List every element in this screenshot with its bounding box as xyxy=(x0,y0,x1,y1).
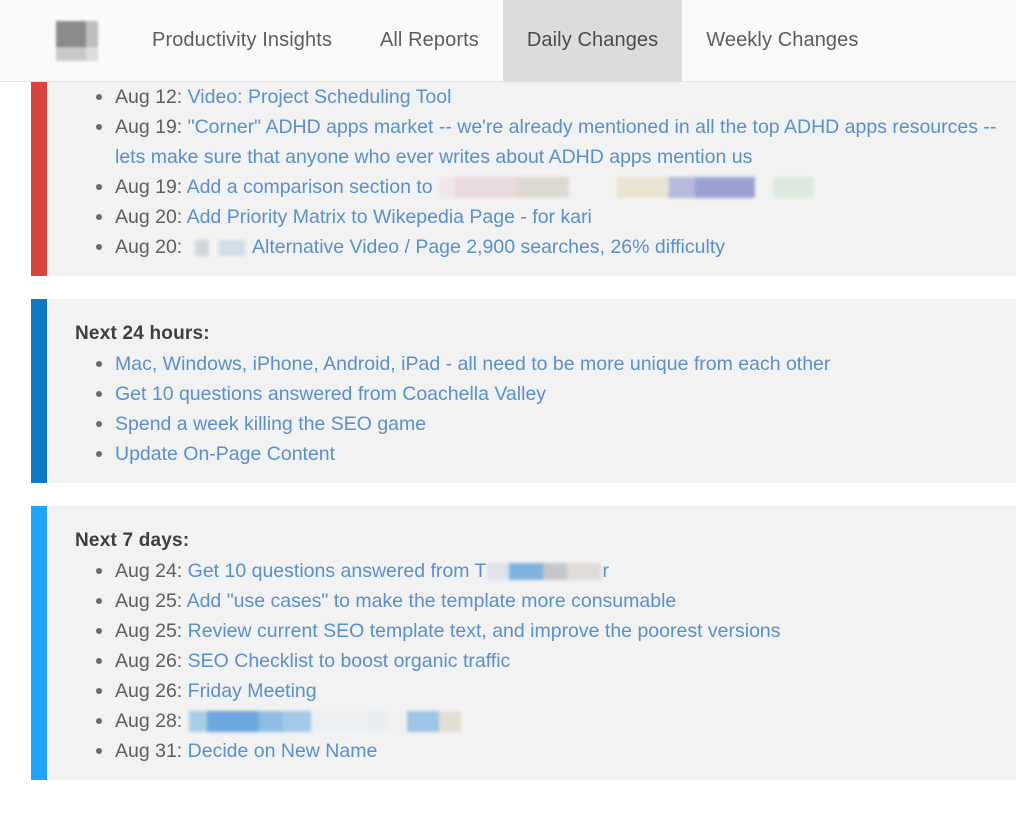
list-item[interactable]: Aug 31: Decide on New Name xyxy=(115,736,1002,766)
item-date: Aug 26: xyxy=(115,650,182,672)
task-list-overdue: Aug 12: Video: Project Scheduling Tool A… xyxy=(61,82,1002,262)
item-link[interactable]: Add "use cases" to make the template mor… xyxy=(187,590,677,612)
app-header: Productivity Insights All Reports Daily … xyxy=(0,0,1016,82)
item-link[interactable]: Video: Project Scheduling Tool xyxy=(188,86,452,108)
item-date: Aug 26: xyxy=(115,680,182,702)
list-item[interactable]: Aug 24: Get 10 questions answered from T… xyxy=(115,556,1002,586)
list-item[interactable]: Aug 19: "Corner" ADHD apps market -- we'… xyxy=(115,112,1002,172)
item-link[interactable]: "Corner" ADHD apps market -- we're alrea… xyxy=(115,116,996,168)
content-area: Aug 12: Video: Project Scheduling Tool A… xyxy=(0,82,1016,780)
task-list-next-7-days: Aug 24: Get 10 questions answered from T… xyxy=(61,556,1002,766)
list-item[interactable]: Aug 25: Add "use cases" to make the temp… xyxy=(115,586,1002,616)
item-date: Aug 19: xyxy=(115,176,182,198)
section-accent-bar-next-24-hours xyxy=(31,299,47,483)
section-next-24-hours: Next 24 hours: Mac, Windows, iPhone, And… xyxy=(0,299,1016,483)
item-date: Aug 31: xyxy=(115,740,182,762)
item-date: Aug 25: xyxy=(115,620,182,642)
redacted-text xyxy=(439,177,857,198)
redacted-text xyxy=(189,240,247,256)
tab-productivity-insights[interactable]: Productivity Insights xyxy=(128,0,356,81)
list-item[interactable]: Spend a week killing the SEO game xyxy=(115,409,1002,439)
item-link[interactable]: Mac, Windows, iPhone, Android, iPad - al… xyxy=(115,353,830,375)
item-link[interactable]: Get 10 questions answered from Coachella… xyxy=(115,383,546,405)
item-date: Aug 20: xyxy=(115,206,182,228)
item-link[interactable]: Review current SEO template text, and im… xyxy=(188,620,781,642)
item-link[interactable]: Add a comparison section to xyxy=(187,176,433,198)
list-item[interactable]: Aug 28: xyxy=(115,706,1002,736)
section-body-next-24-hours: Next 24 hours: Mac, Windows, iPhone, And… xyxy=(47,299,1016,483)
item-link[interactable]: Get 10 questions answered from T xyxy=(188,560,487,582)
redacted-text xyxy=(189,711,477,732)
list-item[interactable]: Aug 26: Friday Meeting xyxy=(115,676,1002,706)
tab-daily-changes[interactable]: Daily Changes xyxy=(503,0,682,81)
item-link[interactable]: Decide on New Name xyxy=(188,740,378,762)
blurred-square-logo-icon xyxy=(56,21,98,61)
section-title: Next 24 hours: xyxy=(75,323,1002,345)
list-item[interactable]: Aug 25: Review current SEO template text… xyxy=(115,616,1002,646)
item-link[interactable]: Friday Meeting xyxy=(188,680,317,702)
section-body-overdue: Aug 12: Video: Project Scheduling Tool A… xyxy=(47,82,1016,276)
list-item[interactable]: Update On-Page Content xyxy=(115,439,1002,469)
section-accent-bar-next-7-days xyxy=(31,506,47,780)
item-link-tail[interactable]: r xyxy=(602,560,609,582)
main-nav: Productivity Insights All Reports Daily … xyxy=(128,0,882,81)
item-date: Aug 20: xyxy=(115,236,182,258)
item-date: Aug 28: xyxy=(115,710,182,732)
section-overdue: Aug 12: Video: Project Scheduling Tool A… xyxy=(0,82,1016,276)
item-link[interactable]: Add Priority Matrix to Wikepedia Page - … xyxy=(187,206,592,228)
list-item[interactable]: Aug 12: Video: Project Scheduling Tool xyxy=(115,82,1002,112)
list-item[interactable]: Aug 26: SEO Checklist to boost organic t… xyxy=(115,646,1002,676)
logo-container xyxy=(0,0,128,81)
list-item[interactable]: Get 10 questions answered from Coachella… xyxy=(115,379,1002,409)
section-next-7-days: Next 7 days: Aug 24: Get 10 questions an… xyxy=(0,506,1016,780)
section-accent-bar-overdue xyxy=(31,82,47,276)
tab-all-reports[interactable]: All Reports xyxy=(356,0,503,81)
item-date: Aug 12: xyxy=(115,86,182,108)
list-item[interactable]: Aug 20: Alternative Video / Page 2,900 s… xyxy=(115,232,1002,262)
item-date: Aug 25: xyxy=(115,590,182,612)
tab-weekly-changes[interactable]: Weekly Changes xyxy=(682,0,882,81)
item-link[interactable]: Spend a week killing the SEO game xyxy=(115,413,426,435)
list-item[interactable]: Mac, Windows, iPhone, Android, iPad - al… xyxy=(115,349,1002,379)
list-item[interactable]: Aug 20: Add Priority Matrix to Wikepedia… xyxy=(115,202,1002,232)
list-item[interactable]: Aug 19: Add a comparison section to xyxy=(115,172,1002,202)
item-date: Aug 19: xyxy=(115,116,182,138)
item-link[interactable]: SEO Checklist to boost organic traffic xyxy=(188,650,511,672)
redacted-text xyxy=(487,563,601,580)
item-date: Aug 24: xyxy=(115,560,182,582)
section-title: Next 7 days: xyxy=(75,530,1002,552)
section-body-next-7-days: Next 7 days: Aug 24: Get 10 questions an… xyxy=(47,506,1016,780)
item-link[interactable]: Update On-Page Content xyxy=(115,443,335,465)
item-link[interactable]: Alternative Video / Page 2,900 searches,… xyxy=(252,236,725,258)
task-list-next-24-hours: Mac, Windows, iPhone, Android, iPad - al… xyxy=(61,349,1002,469)
